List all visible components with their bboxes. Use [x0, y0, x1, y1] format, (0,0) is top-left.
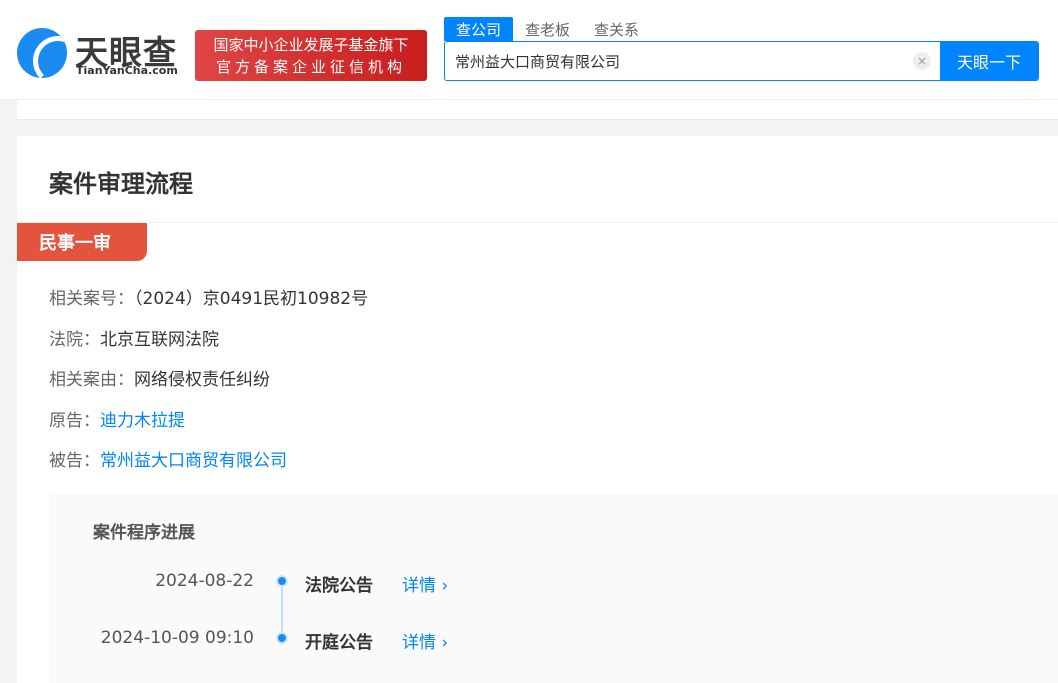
header: 天眼查 TianYanCha.com 国家中小企业发展子基金旗下 官方备案企业征… — [0, 0, 1058, 100]
progress-title: 案件程序进展 — [93, 518, 195, 543]
defendant-link[interactable]: 常州益大口商贸有限公司 — [100, 451, 287, 471]
field-value: 网络侵权责任纠纷 — [134, 370, 270, 390]
divider — [17, 222, 1058, 223]
event-detail-link[interactable]: 详情 › — [402, 571, 448, 596]
court-row: 法院：北京互联网法院 — [49, 325, 219, 350]
search-button[interactable]: 天眼一下 — [940, 42, 1038, 80]
badge-line-2: 官方备案企业征信机构 — [195, 56, 427, 78]
field-label: 相关案由： — [49, 370, 134, 390]
event-date: 2024-08-22 — [155, 571, 254, 591]
event-detail-link[interactable]: 详情 › — [402, 628, 448, 653]
case-card: 案件审理流程 民事一审 相关案号：（2024）京0491民初10982号 法院：… — [17, 136, 1058, 683]
field-value: 北京互联网法院 — [100, 330, 219, 350]
nav-strip — [17, 100, 1058, 120]
search-bar: × 天眼一下 — [444, 41, 1039, 81]
plaintiff-row: 原告：迪力木拉提 — [49, 406, 185, 431]
badge-line-1: 国家中小企业发展子基金旗下 — [195, 34, 427, 56]
stage-tag: 民事一审 — [17, 223, 147, 261]
field-value: （2024）京0491民初10982号 — [134, 289, 368, 309]
defendant-row: 被告：常州益大口商贸有限公司 — [49, 446, 287, 471]
timeline-dot-icon — [276, 632, 288, 644]
search-tabs: 查公司 查老板 查关系 — [444, 17, 651, 41]
timeline-dot-icon — [276, 575, 288, 587]
logo[interactable]: 天眼查 TianYanCha.com — [17, 28, 187, 80]
event-date: 2024-10-09 09:10 — [101, 628, 254, 648]
plaintiff-link[interactable]: 迪力木拉提 — [100, 411, 185, 431]
tab-boss[interactable]: 查老板 — [513, 17, 582, 41]
logo-domain: TianYanCha.com — [76, 64, 178, 77]
cause-row: 相关案由：网络侵权责任纠纷 — [49, 365, 270, 390]
event-name: 开庭公告 — [305, 628, 373, 653]
tab-company[interactable]: 查公司 — [444, 17, 513, 41]
case-number-row: 相关案号：（2024）京0491民初10982号 — [49, 284, 368, 309]
field-label: 法院： — [49, 330, 100, 350]
progress-panel: 案件程序进展 2024-08-22 法院公告 详情 › 2024-10-09 0… — [49, 494, 1058, 683]
field-label: 被告： — [49, 451, 100, 471]
certification-badge: 国家中小企业发展子基金旗下 官方备案企业征信机构 — [195, 30, 427, 81]
clear-icon[interactable]: × — [913, 52, 931, 70]
section-title: 案件审理流程 — [49, 164, 193, 199]
search-input[interactable] — [445, 42, 940, 80]
event-name: 法院公告 — [305, 571, 373, 596]
field-label: 相关案号： — [49, 289, 134, 309]
field-label: 原告： — [49, 411, 100, 431]
logo-eye-icon — [17, 28, 67, 78]
tab-relation[interactable]: 查关系 — [582, 17, 651, 41]
